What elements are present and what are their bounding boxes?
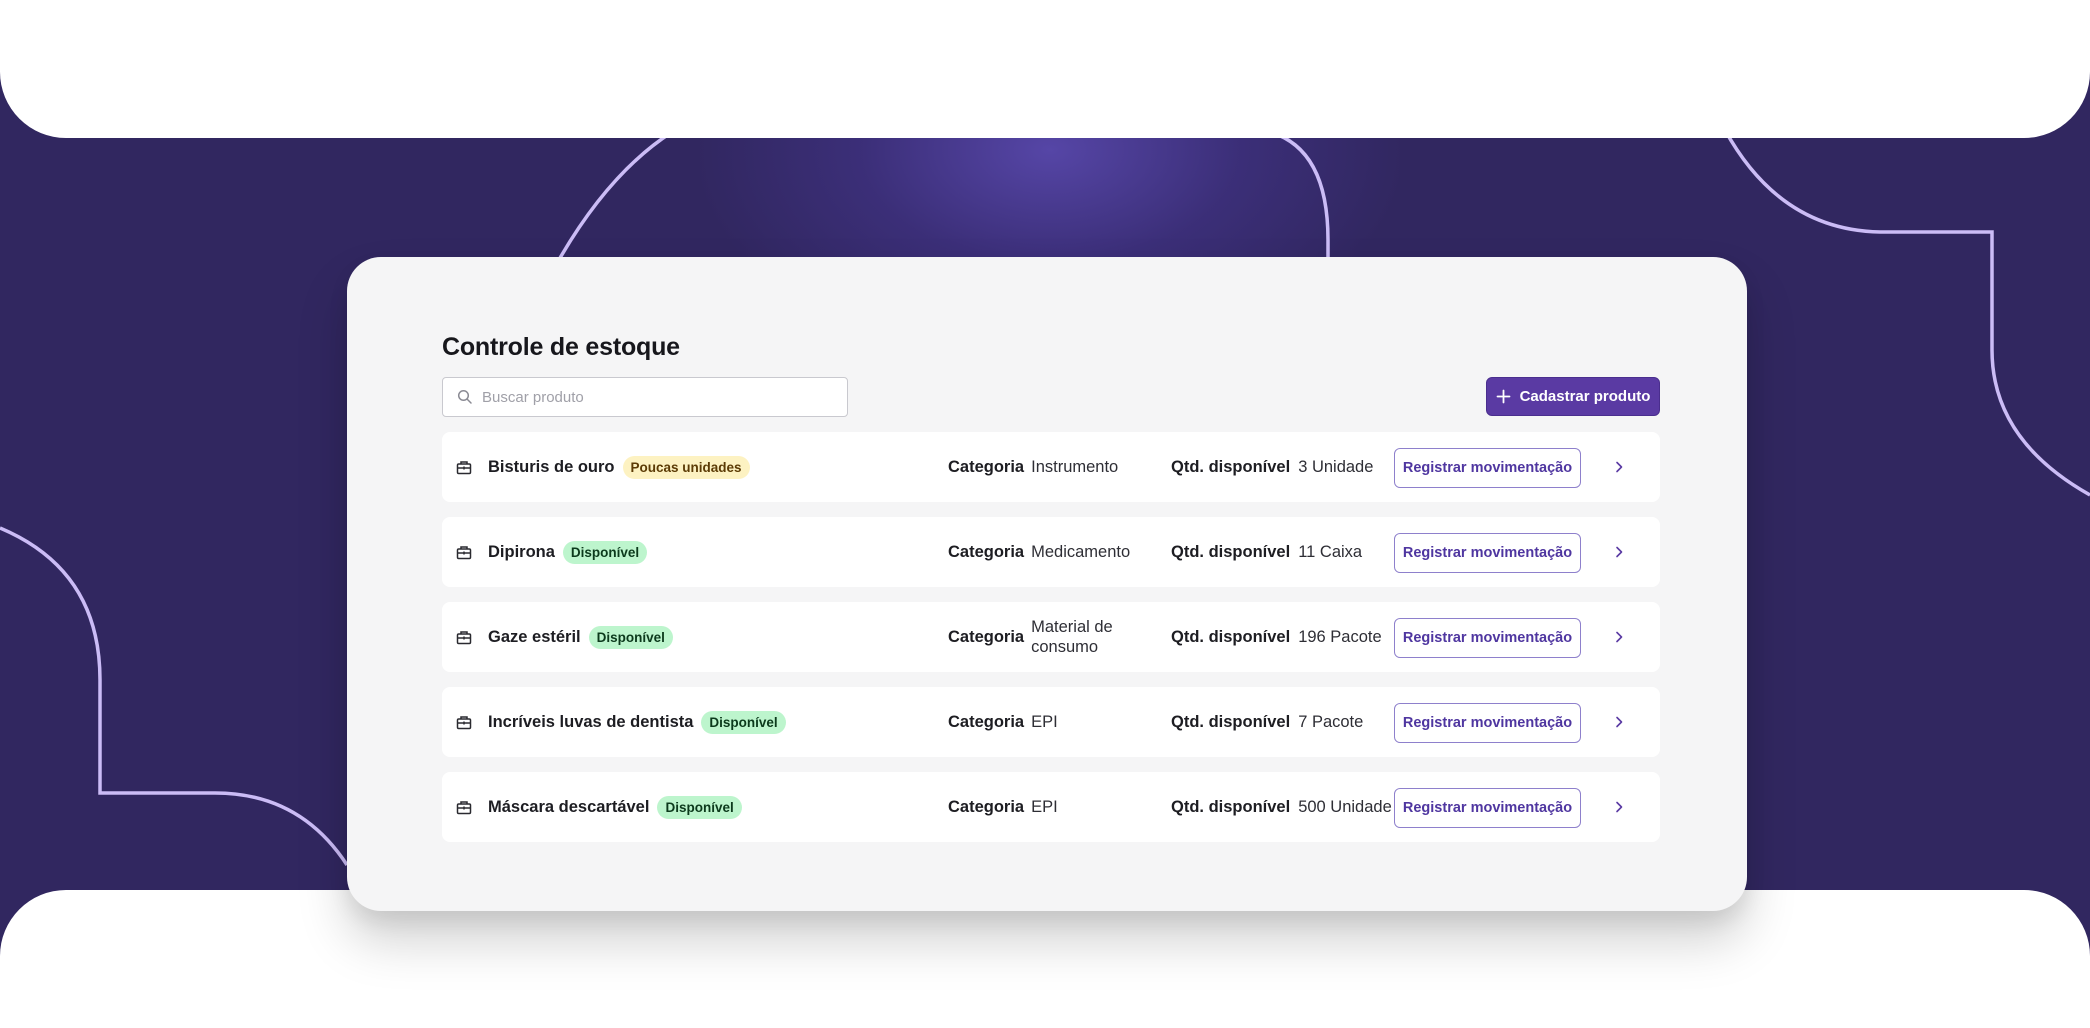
quantity-label: Qtd. disponível xyxy=(1171,712,1291,731)
package-icon xyxy=(456,546,472,560)
category-label: Categoria xyxy=(948,627,1025,646)
add-product-button[interactable]: Cadastrar produto xyxy=(1486,377,1660,416)
status-badge: Disponível xyxy=(701,710,786,734)
deco-arc-bottom-left xyxy=(0,526,349,866)
product-name: Máscara descartável xyxy=(488,797,650,816)
quantity-label: Qtd. disponível xyxy=(1171,627,1291,646)
inventory-card: Controle de estoque Cadastrar produto Bi… xyxy=(347,257,1747,911)
register-movement-button[interactable]: Registrar movimentação xyxy=(1394,703,1581,743)
register-movement-button[interactable]: Registrar movimentação xyxy=(1394,533,1581,573)
product-name-group: Bisturis de ouro Poucas unidades xyxy=(488,432,750,502)
product-name-group: Dipirona Disponível xyxy=(488,517,648,587)
product-name: Gaze estéril xyxy=(488,627,581,646)
product-row[interactable]: Dipirona Disponível Categoria Medicament… xyxy=(442,517,1660,587)
product-name-group: Máscara descartável Disponível xyxy=(488,772,742,842)
chevron-right-icon[interactable] xyxy=(1612,800,1626,814)
quantity-value: 7 Pacote xyxy=(1298,713,1364,731)
product-name-group: Gaze estéril Disponível xyxy=(488,602,673,672)
category-value: Material de consumo xyxy=(1031,618,1113,656)
package-icon xyxy=(456,461,472,475)
product-row[interactable]: Incríveis luvas de dentista Disponível C… xyxy=(442,687,1660,757)
category-field: Categoria Instrumento xyxy=(948,432,1119,502)
status-badge: Disponível xyxy=(588,625,673,649)
status-badge: Poucas unidades xyxy=(622,455,750,479)
quantity-value: 500 Unidade xyxy=(1298,798,1392,816)
quantity-field: Qtd. disponível 3 Unidade xyxy=(1171,432,1373,502)
status-badge: Disponível xyxy=(657,795,742,819)
product-name: Incríveis luvas de dentista xyxy=(488,712,694,731)
page-title: Controle de estoque xyxy=(442,333,680,361)
category-field: Categoria EPI xyxy=(948,772,1117,842)
deco-arc-right xyxy=(1723,129,2090,497)
category-field: Categoria Medicamento xyxy=(948,517,1131,587)
quantity-field: Qtd. disponível 7 Pacote xyxy=(1171,687,1363,757)
register-movement-button[interactable]: Registrar movimentação xyxy=(1394,618,1581,658)
quantity-value: 11 Caixa xyxy=(1298,543,1363,561)
quantity-value: 3 Unidade xyxy=(1298,458,1374,476)
quantity-label: Qtd. disponível xyxy=(1171,797,1291,816)
category-value: EPI xyxy=(1031,713,1058,731)
category-value: Medicamento xyxy=(1031,543,1131,561)
package-icon xyxy=(456,716,472,730)
plus-icon xyxy=(1496,389,1510,404)
product-name: Bisturis de ouro xyxy=(488,457,615,476)
category-label: Categoria xyxy=(948,457,1025,476)
quantity-field: Qtd. disponível 196 Pacote xyxy=(1171,602,1382,672)
chevron-right-icon[interactable] xyxy=(1612,630,1626,644)
product-name-group: Incríveis luvas de dentista Disponível xyxy=(488,687,786,757)
quantity-field: Qtd. disponível 500 Unidade xyxy=(1171,772,1392,842)
register-movement-button[interactable]: Registrar movimentação xyxy=(1394,788,1581,828)
chevron-right-icon[interactable] xyxy=(1612,715,1626,729)
product-row[interactable]: Bisturis de ouro Poucas unidades Categor… xyxy=(442,432,1660,502)
quantity-label: Qtd. disponível xyxy=(1171,542,1291,561)
product-row[interactable]: Máscara descartável Disponível Categoria… xyxy=(442,772,1660,842)
chevron-right-icon[interactable] xyxy=(1612,545,1626,559)
product-name: Dipirona xyxy=(488,542,555,561)
search-input[interactable] xyxy=(482,388,822,406)
deco-arc-left xyxy=(558,130,673,259)
category-label: Categoria xyxy=(948,797,1025,816)
category-value: EPI xyxy=(1031,798,1058,816)
category-label: Categoria xyxy=(948,712,1025,731)
search-box[interactable] xyxy=(442,377,848,417)
category-field: Categoria EPI xyxy=(948,687,1117,757)
package-icon xyxy=(456,801,472,815)
category-field: Categoria Material de consumo xyxy=(948,602,1117,672)
quantity-label: Qtd. disponível xyxy=(1171,457,1291,476)
product-list: Bisturis de ouro Poucas unidades Categor… xyxy=(442,432,1660,857)
status-badge: Disponível xyxy=(562,540,648,564)
category-value: Instrumento xyxy=(1031,458,1119,476)
register-movement-button[interactable]: Registrar movimentação xyxy=(1394,448,1581,488)
deco-arc-center xyxy=(1239,126,1330,258)
package-icon xyxy=(456,631,472,645)
category-label: Categoria xyxy=(948,542,1025,561)
chevron-right-icon[interactable] xyxy=(1612,460,1626,474)
quantity-field: Qtd. disponível 11 Caixa xyxy=(1171,517,1362,587)
quantity-value: 196 Pacote xyxy=(1298,628,1382,646)
search-icon xyxy=(457,389,472,404)
top-band xyxy=(0,0,2090,138)
product-row[interactable]: Gaze estéril Disponível Categoria Materi… xyxy=(442,602,1660,672)
add-product-label: Cadastrar produto xyxy=(1519,388,1651,405)
